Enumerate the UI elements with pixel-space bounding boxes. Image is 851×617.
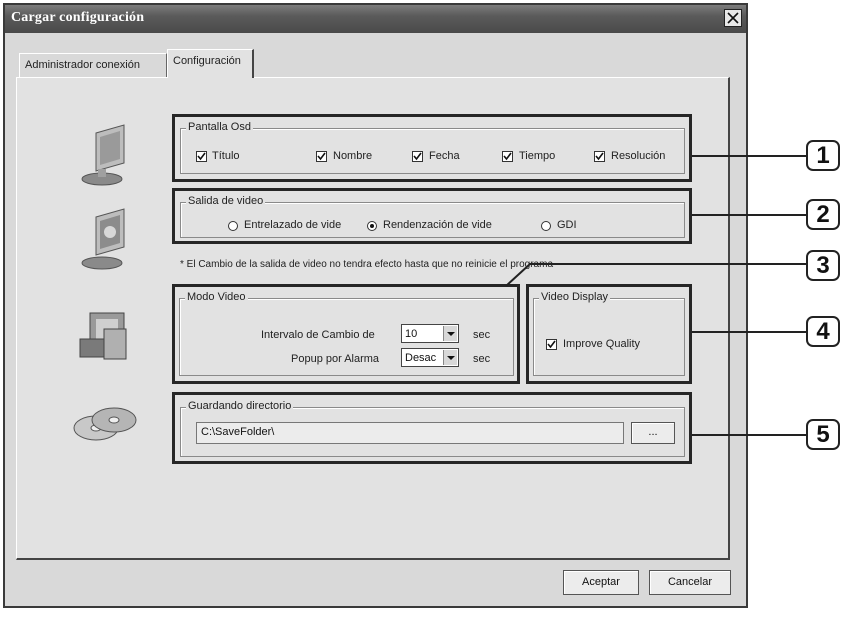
video-output-icon xyxy=(81,208,125,270)
tab-configuration[interactable]: Configuración xyxy=(167,49,254,78)
osd-date-checkbox[interactable] xyxy=(412,151,423,162)
osd-name-label: Nombre xyxy=(333,150,373,162)
osd-title-checkbox[interactable] xyxy=(196,151,207,162)
video-display-group xyxy=(533,298,685,376)
video-output-legend: Salida de video xyxy=(186,195,266,207)
callout-3: 3 xyxy=(806,250,840,281)
cancel-button[interactable]: Cancelar xyxy=(649,570,731,595)
interval-select[interactable]: 10 xyxy=(401,324,459,343)
callout-line-3 xyxy=(505,263,806,287)
gdi-radio[interactable] xyxy=(541,221,551,231)
interval-unit: sec xyxy=(473,329,491,341)
callout-2: 2 xyxy=(806,199,840,230)
osd-legend: Pantalla Osd xyxy=(186,121,253,133)
chevron-down-icon xyxy=(443,350,457,365)
osd-name-checkbox[interactable] xyxy=(316,151,327,162)
osd-date-label: Fecha xyxy=(429,150,460,162)
rendering-label: Rendenzación de vide xyxy=(383,219,492,231)
popup-value: Desac xyxy=(405,352,437,364)
popup-label: Popup por Alarma xyxy=(291,353,380,365)
osd-time-label: Tiempo xyxy=(519,150,556,162)
video-display-legend: Video Display xyxy=(539,291,611,303)
close-button[interactable] xyxy=(724,9,742,27)
tab-connection-manager[interactable]: Administrador conexión xyxy=(19,53,167,77)
callout-line-1 xyxy=(692,155,806,157)
osd-title-label: Título xyxy=(212,150,240,162)
interval-value: 10 xyxy=(405,328,418,340)
video-mode-icon xyxy=(79,312,127,360)
improve-quality-checkbox[interactable] xyxy=(546,339,557,350)
interlaced-label: Entrelazado de vide xyxy=(244,219,342,231)
browse-button[interactable]: ... xyxy=(631,422,675,444)
interlaced-radio[interactable] xyxy=(228,221,238,231)
gdi-label: GDI xyxy=(557,219,577,231)
callout-line-4 xyxy=(692,331,806,333)
interval-label: Intervalo de Cambio de xyxy=(261,329,375,341)
save-directory-legend: Guardando directorio xyxy=(186,400,294,412)
check-icon xyxy=(197,152,206,161)
window-title: Cargar configuración xyxy=(11,10,145,25)
osd-resolution-label: Resolución xyxy=(611,150,666,162)
popup-select[interactable]: Desac xyxy=(401,348,459,367)
osd-resolution-checkbox[interactable] xyxy=(594,151,605,162)
save-path-field[interactable]: C:\SaveFolder\ xyxy=(196,422,624,444)
disc-folder-icon xyxy=(73,407,137,441)
rendering-radio[interactable] xyxy=(367,221,377,231)
video-mode-legend: Modo Video xyxy=(185,291,248,303)
check-icon xyxy=(547,340,556,349)
improve-quality-label: Improve Quality xyxy=(563,338,641,350)
check-icon xyxy=(413,152,422,161)
check-icon xyxy=(317,152,326,161)
chevron-down-icon xyxy=(443,326,457,341)
callout-line-5 xyxy=(692,434,806,436)
callout-line-2 xyxy=(692,214,806,216)
check-icon xyxy=(503,152,512,161)
close-icon xyxy=(727,12,739,24)
title-bar[interactable]: Cargar configuración xyxy=(5,5,746,33)
callout-1: 1 xyxy=(806,140,840,171)
popup-unit: sec xyxy=(473,353,491,365)
monitor-icon xyxy=(81,124,125,186)
callout-5: 5 xyxy=(806,419,840,450)
ok-button[interactable]: Aceptar xyxy=(563,570,639,595)
restart-note: * El Cambio de la salida de video no ten… xyxy=(180,259,554,270)
callout-4: 4 xyxy=(806,316,840,347)
osd-time-checkbox[interactable] xyxy=(502,151,513,162)
check-icon xyxy=(595,152,604,161)
